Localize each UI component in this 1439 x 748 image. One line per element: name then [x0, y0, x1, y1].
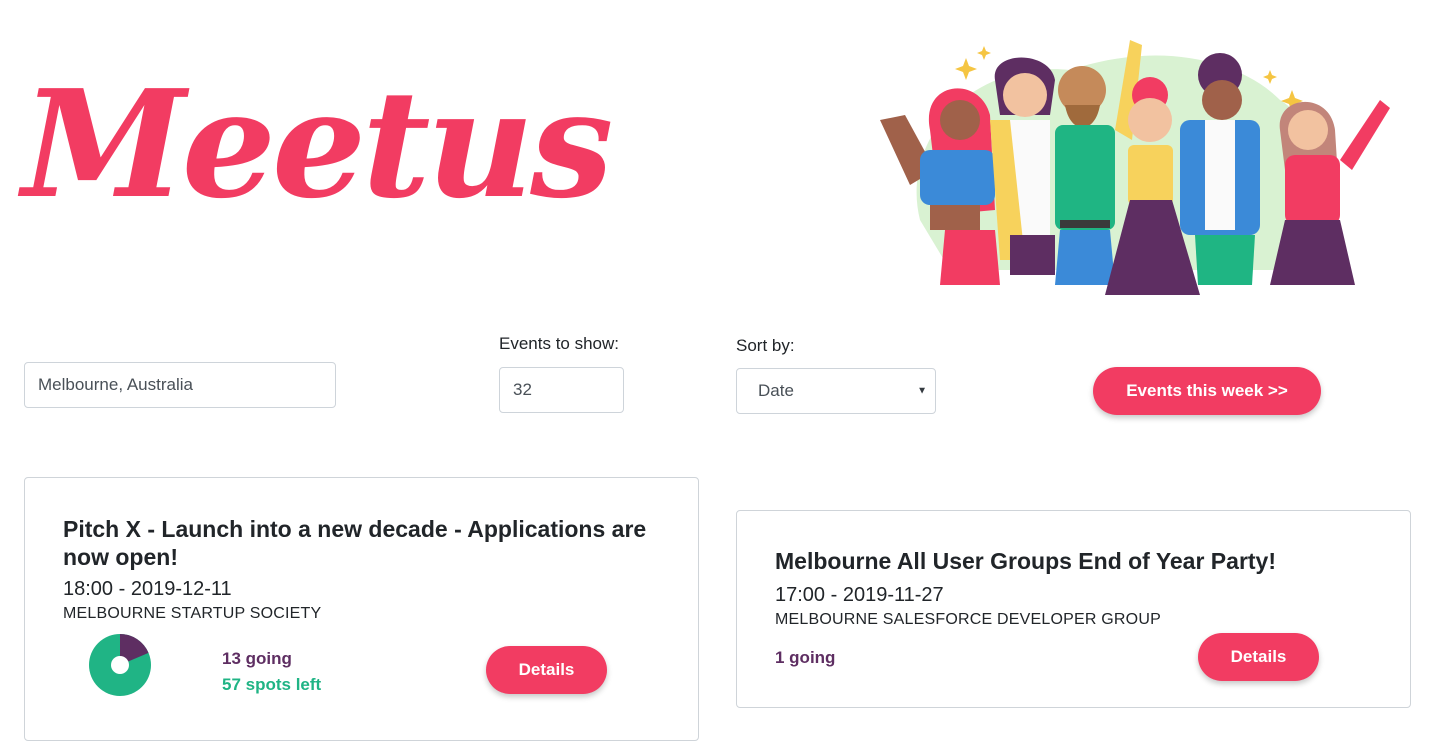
- chevron-down-icon: ▼: [917, 385, 927, 397]
- event-time: 18:00 - 2019-12-11: [63, 578, 232, 600]
- events-this-week-button[interactable]: Events this week >>: [1093, 367, 1321, 415]
- capacity-pie-hole: [111, 656, 129, 674]
- location-value: Melbourne, Australia: [38, 375, 193, 394]
- sort-by-selected: Date: [758, 381, 794, 400]
- sort-by-label: Sort by:: [736, 336, 795, 355]
- spots-left: 57 spots left: [222, 675, 322, 694]
- event-card: Melbourne All User Groups End of Year Pa…: [736, 510, 1411, 708]
- events-to-show-input[interactable]: 32: [499, 367, 624, 413]
- logo: Meetus: [22, 57, 613, 231]
- people-celebrating-illustration: [880, 40, 1390, 295]
- event-time: 17:00 - 2019-11-27: [775, 584, 944, 606]
- details-button[interactable]: Details: [1198, 633, 1319, 681]
- sort-by-select[interactable]: Date ▼: [736, 368, 936, 414]
- event-card: Pitch X - Launch into a new decade - App…: [24, 477, 699, 741]
- capacity-pie-chart: [89, 634, 151, 696]
- events-to-show-label: Events to show:: [499, 334, 620, 353]
- events-to-show-value: 32: [513, 380, 532, 399]
- event-title[interactable]: Melbourne All User Groups End of Year Pa…: [775, 547, 1375, 575]
- going-count: 1 going: [775, 648, 836, 667]
- event-group: MELBOURNE STARTUP SOCIETY: [63, 605, 322, 622]
- event-title[interactable]: Pitch X - Launch into a new decade - App…: [63, 515, 663, 571]
- location-input[interactable]: Melbourne, Australia: [24, 362, 336, 408]
- event-group: MELBOURNE SALESFORCE DEVELOPER GROUP: [775, 611, 1161, 628]
- details-button[interactable]: Details: [486, 646, 607, 694]
- going-count: 13 going: [222, 649, 292, 668]
